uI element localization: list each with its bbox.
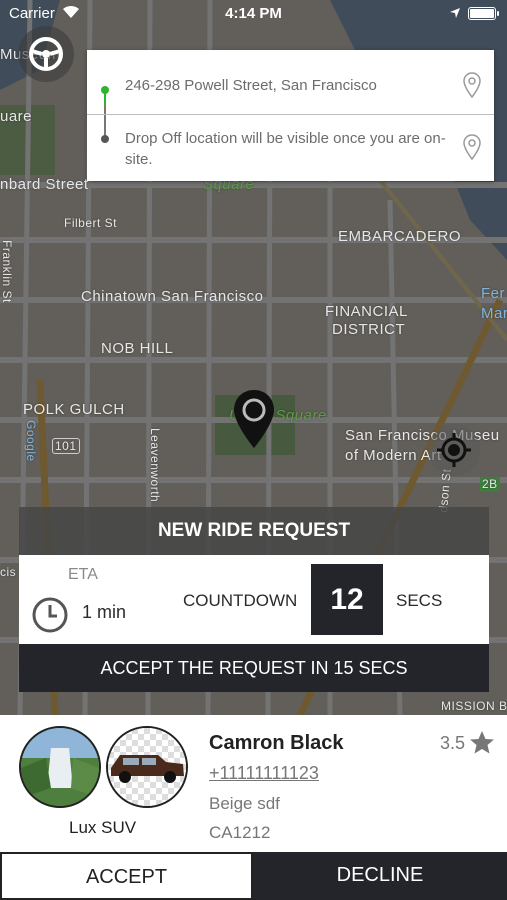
recenter-target-icon[interactable] [428, 424, 480, 476]
battery-icon [468, 7, 499, 20]
clock-time: 4:14 PM [225, 5, 282, 22]
map-pin-icon [463, 134, 481, 160]
accept-button[interactable]: ACCEPT [0, 852, 253, 900]
rider-rating: 3.5 [440, 733, 466, 753]
eta-label: ETA [68, 566, 98, 583]
highway-shield: 2B [480, 477, 500, 491]
location-arrow-icon [449, 6, 461, 23]
dropoff-row[interactable]: Drop Off location will be visible once y… [87, 115, 494, 179]
google-logo: Google [24, 420, 38, 462]
countdown-value: 12 [311, 564, 383, 635]
map-pin-icon [463, 72, 481, 98]
eta-value: 1 min [82, 602, 127, 622]
route-card: 246-298 Powell Street, San Francisco Dro… [87, 50, 494, 181]
map-label: Franklin St [0, 240, 14, 303]
steering-wheel-icon[interactable] [18, 26, 74, 82]
vehicle-type: Lux SUV [69, 818, 137, 837]
map-label: DISTRICT [332, 321, 406, 338]
pickup-address: 246-298 Powell Street, San Francisco [125, 77, 377, 94]
accept-timer-banner: ACCEPT THE REQUEST IN 15 SECS [19, 644, 489, 692]
vehicle-avatar [106, 726, 188, 808]
decline-button[interactable]: DECLINE [253, 852, 507, 900]
countdown-label: COUNTDOWN [183, 591, 298, 610]
battery-fill [470, 9, 494, 18]
map-label: Leavenworth [148, 428, 162, 503]
map-label: cis [0, 565, 17, 579]
map-label: MISSION BA [441, 699, 507, 713]
map-label: Mar [481, 305, 507, 322]
map-label: Filbert St [64, 216, 118, 230]
map-label: nbard Street [0, 176, 89, 193]
vehicle-plate: CA1212 [209, 823, 271, 842]
map-label: POLK GULCH [23, 401, 125, 418]
map-label: NOB HILL [101, 340, 174, 357]
dropoff-address: Drop Off location will be visible once y… [125, 130, 446, 168]
rider-avatar [19, 726, 101, 808]
rider-sheet: Lux SUV Camron Black +11111111123 Beige … [0, 715, 507, 852]
ride-request-title: NEW RIDE REQUEST [19, 507, 489, 555]
map-label: Fer [481, 285, 505, 302]
rider-name: Camron Black [209, 732, 344, 754]
pickup-row[interactable]: 246-298 Powell Street, San Francisco [87, 50, 494, 115]
map-label: uare [0, 108, 33, 125]
pickup-marker-icon [232, 388, 276, 455]
highway-shield: 101 [52, 438, 80, 454]
ride-request-info: ETA 1 min COUNTDOWN 12 SECS [19, 555, 489, 644]
map-label: EMBARCADERO [338, 228, 462, 245]
map-label: Chinatown San Francisco [81, 288, 264, 305]
countdown-unit: SECS [396, 591, 443, 610]
star-icon [470, 731, 494, 754]
vehicle-model: Beige sdf [209, 794, 280, 813]
rider-phone-link[interactable]: +11111111123 [209, 763, 319, 784]
clock-icon [32, 597, 68, 633]
map-label: FINANCIAL [325, 303, 408, 320]
status-bar: Carrier 4:14 PM [0, 0, 507, 28]
